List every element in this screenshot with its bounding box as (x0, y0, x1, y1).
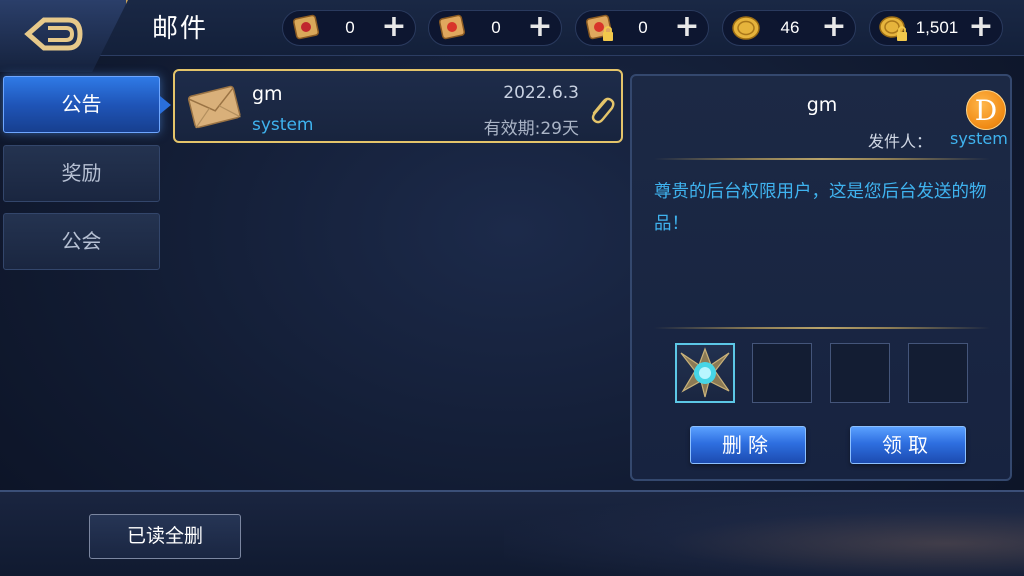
add-currency-button[interactable]: + (674, 12, 700, 42)
bottom-bar: 已读全删 (0, 490, 1024, 576)
add-currency-button[interactable]: + (821, 12, 847, 42)
detail-sender: system (950, 129, 1008, 148)
currency-value: 46 (780, 18, 800, 37)
add-currency-button[interactable]: + (527, 12, 553, 42)
top-bar: 邮件 0 + 0 + 0 + 46 + 1,501 + (0, 0, 1024, 72)
attachment-slot[interactable] (830, 343, 890, 403)
mail-body: 尊贵的后台权限用户，这是您后台发送的物品！ (654, 182, 987, 234)
currency-value: 1,501 (915, 18, 959, 37)
sender-avatar: D (966, 90, 1006, 130)
crystal-item-icon (680, 347, 730, 398)
currency-locked-gold: 1,501 + (869, 10, 1003, 46)
add-currency-button[interactable]: + (381, 12, 407, 42)
mail-date: 2022.6.3 (503, 83, 579, 103)
gold-coin-icon (732, 16, 760, 40)
tab-rewards[interactable]: 奖励 (3, 145, 160, 202)
delete-button[interactable]: 删除 (690, 426, 806, 464)
add-currency-button[interactable]: + (968, 12, 994, 42)
red-scroll-icon (438, 14, 466, 40)
divider (654, 327, 990, 329)
currency-gold: 46 + (722, 10, 856, 46)
currency-value: 0 (638, 18, 648, 37)
mail-expiry: 有效期:29天 (483, 119, 579, 139)
mail-title: gm (252, 83, 283, 105)
mail-detail-panel: gm D 发件人： system 尊贵的后台权限用户，这是您后台发送的物品！ 删… (630, 74, 1012, 481)
ticket-scroll-icon (292, 14, 320, 40)
tab-announcement[interactable]: 公告 (3, 76, 171, 133)
locked-coin-icon (879, 16, 907, 41)
locked-scroll-icon (585, 14, 613, 41)
attachment-slot[interactable] (752, 343, 812, 403)
divider (654, 158, 990, 160)
background-glow (504, 492, 1024, 576)
mail-sender: system (252, 115, 314, 135)
currency-value: 0 (345, 18, 355, 37)
claim-button[interactable]: 领取 (850, 426, 966, 464)
attachment-slot[interactable] (675, 343, 735, 403)
delete-all-read-button[interactable]: 已读全删 (89, 514, 241, 559)
sender-label: 发件人： (868, 132, 933, 151)
currency-locked-scroll: 0 + (575, 10, 709, 46)
mail-list-item[interactable]: gm system 2022.6.3 有效期:29天 (173, 69, 623, 143)
currency-value: 0 (491, 18, 501, 37)
attachment-clip-icon (591, 97, 615, 124)
back-button[interactable] (0, 0, 128, 72)
detail-title: gm (806, 94, 838, 116)
envelope-icon (187, 85, 241, 129)
tab-guild[interactable]: 公会 (3, 213, 160, 270)
currency-ticket: 0 + (282, 10, 416, 46)
back-arrow-icon (24, 17, 83, 51)
currency-red-scroll: 0 + (428, 10, 562, 46)
attachment-slot[interactable] (908, 343, 968, 403)
page-title: 邮件 (152, 14, 209, 44)
